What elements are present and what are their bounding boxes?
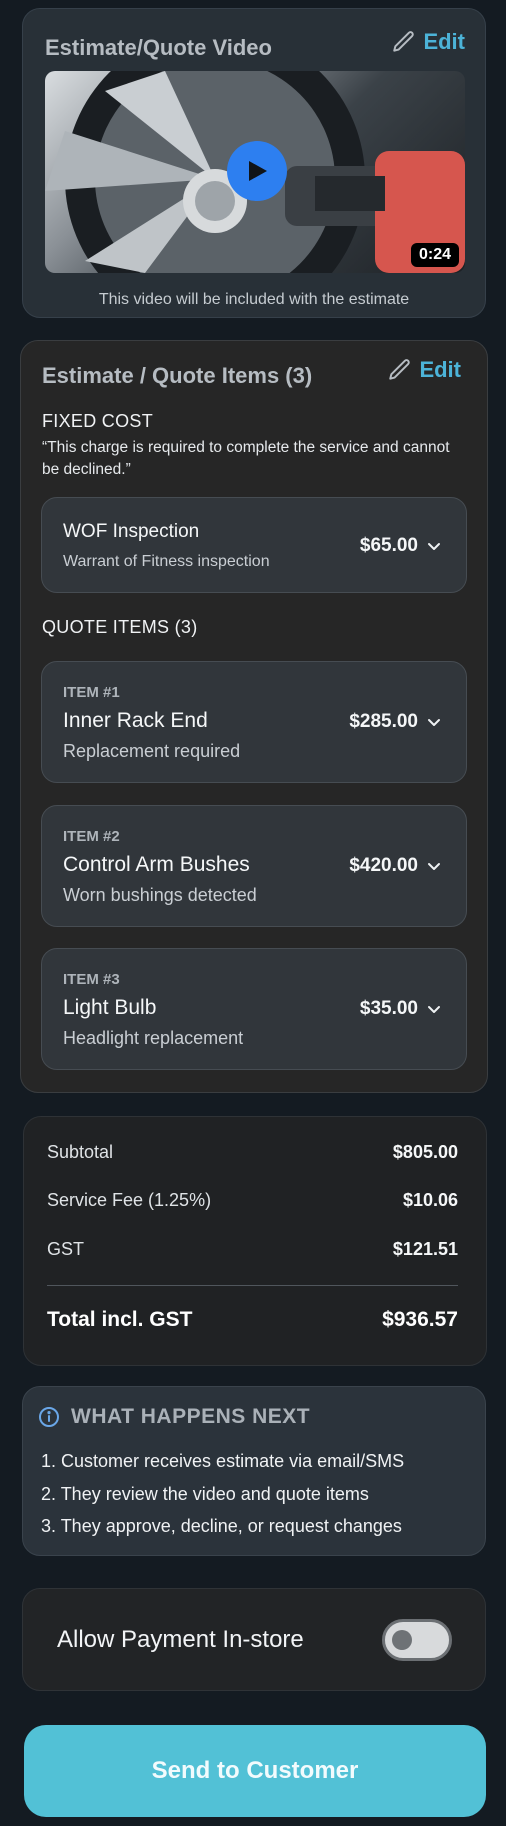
chevron-down-icon[interactable] [426, 1002, 442, 1018]
service-fee-label: Service Fee (1.25%) [47, 1190, 212, 1210]
item-title: WOF Inspection [63, 521, 200, 542]
video-thumbnail[interactable]: 0:24 [45, 71, 465, 273]
service-fee-value: $10.06 [402, 1190, 458, 1210]
what-happens-next-card: WHAT HAPPENS NEXT 1. Customer receives e… [22, 1386, 486, 1556]
quote-item[interactable]: ITEM #1 Inner Rack End Replacement requi… [41, 661, 467, 783]
fixed-cost-item[interactable]: WOF Inspection Warrant of Fitness inspec… [41, 497, 467, 593]
play-button[interactable] [227, 141, 287, 201]
payment-toggle-card: Allow Payment In-store [22, 1588, 486, 1691]
chevron-down-icon[interactable] [426, 715, 442, 731]
item-price: $420.00 [349, 855, 418, 876]
items-edit-button[interactable]: Edit [387, 357, 461, 383]
pencil-icon [393, 31, 415, 52]
video-card: Estimate/Quote Video Edit 0:24 This vide… [22, 8, 486, 318]
fixed-cost-label: FIXED COST [42, 411, 154, 431]
item-title: Inner Rack End [63, 709, 208, 732]
items-edit-label: Edit [419, 357, 461, 382]
item-number: ITEM #2 [63, 828, 120, 845]
quote-item[interactable]: ITEM #2 Control Arm Bushes Worn bushings… [41, 805, 467, 927]
gst-row: GST $121.51 [47, 1239, 458, 1260]
list-item: 1. Customer receives estimate via email/… [41, 1451, 405, 1471]
fixed-cost-note: “This charge is required to complete the… [42, 439, 450, 478]
item-price: $65.00 [359, 535, 418, 556]
pencil-icon [389, 359, 411, 380]
item-price: $35.00 [359, 998, 418, 1019]
total-label: Total incl. GST [47, 1308, 193, 1331]
service-fee-row: Service Fee (1.25%) $10.06 [47, 1190, 458, 1211]
gst-label: GST [47, 1239, 85, 1259]
quote-items-card: Estimate / Quote Items (3) Edit FIXED CO… [20, 340, 488, 1093]
item-title: Light Bulb [63, 996, 157, 1019]
item-subtitle: Warrant of Fitness inspection [63, 553, 270, 570]
subtotal-value: $805.00 [392, 1142, 458, 1162]
chevron-down-icon[interactable] [426, 539, 442, 555]
quote-items-label: QUOTE ITEMS (3) [42, 617, 198, 637]
subtotal-label: Subtotal [47, 1142, 114, 1162]
totals-divider [47, 1285, 458, 1286]
total-value: $936.57 [382, 1308, 458, 1331]
item-price: $285.00 [349, 711, 418, 732]
allow-payment-toggle[interactable] [382, 1619, 452, 1661]
what-happens-next-title: WHAT HAPPENS NEXT [71, 1405, 311, 1428]
quote-items-title: Estimate / Quote Items (3) [42, 363, 313, 388]
item-subtitle: Replacement required [63, 741, 241, 761]
video-section-title: Estimate/Quote Video [45, 35, 272, 60]
toggle-knob [392, 1630, 412, 1650]
list-item: 3. They approve, decline, or request cha… [41, 1516, 402, 1536]
totals-card: Subtotal $805.00 Service Fee (1.25%) $10… [23, 1116, 487, 1366]
video-edit-label: Edit [423, 29, 465, 54]
item-title: Control Arm Bushes [63, 853, 250, 876]
info-icon [39, 1407, 59, 1427]
item-subtitle: Headlight replacement [63, 1028, 244, 1048]
next-steps-list: 1. Customer receives estimate via email/… [41, 1445, 404, 1543]
chevron-down-icon[interactable] [426, 859, 442, 875]
play-icon [249, 161, 267, 181]
quote-item[interactable]: ITEM #3 Light Bulb Headlight replacement… [41, 948, 467, 1070]
total-row: Total incl. GST $936.57 [47, 1308, 458, 1332]
list-item: 2. They review the video and quote items [41, 1483, 369, 1504]
send-to-customer-button[interactable]: Send to Customer [24, 1725, 486, 1817]
subtotal-row: Subtotal $805.00 [47, 1142, 458, 1163]
item-number: ITEM #1 [63, 684, 120, 701]
video-edit-button[interactable]: Edit [391, 29, 465, 55]
payment-toggle-label: Allow Payment In-store [57, 1626, 304, 1653]
item-number: ITEM #3 [63, 971, 120, 988]
video-caption: This video will be included with the est… [98, 291, 410, 308]
item-subtitle: Worn bushings detected [63, 885, 257, 905]
video-duration: 0:24 [410, 243, 459, 267]
gst-value: $121.51 [392, 1239, 458, 1259]
